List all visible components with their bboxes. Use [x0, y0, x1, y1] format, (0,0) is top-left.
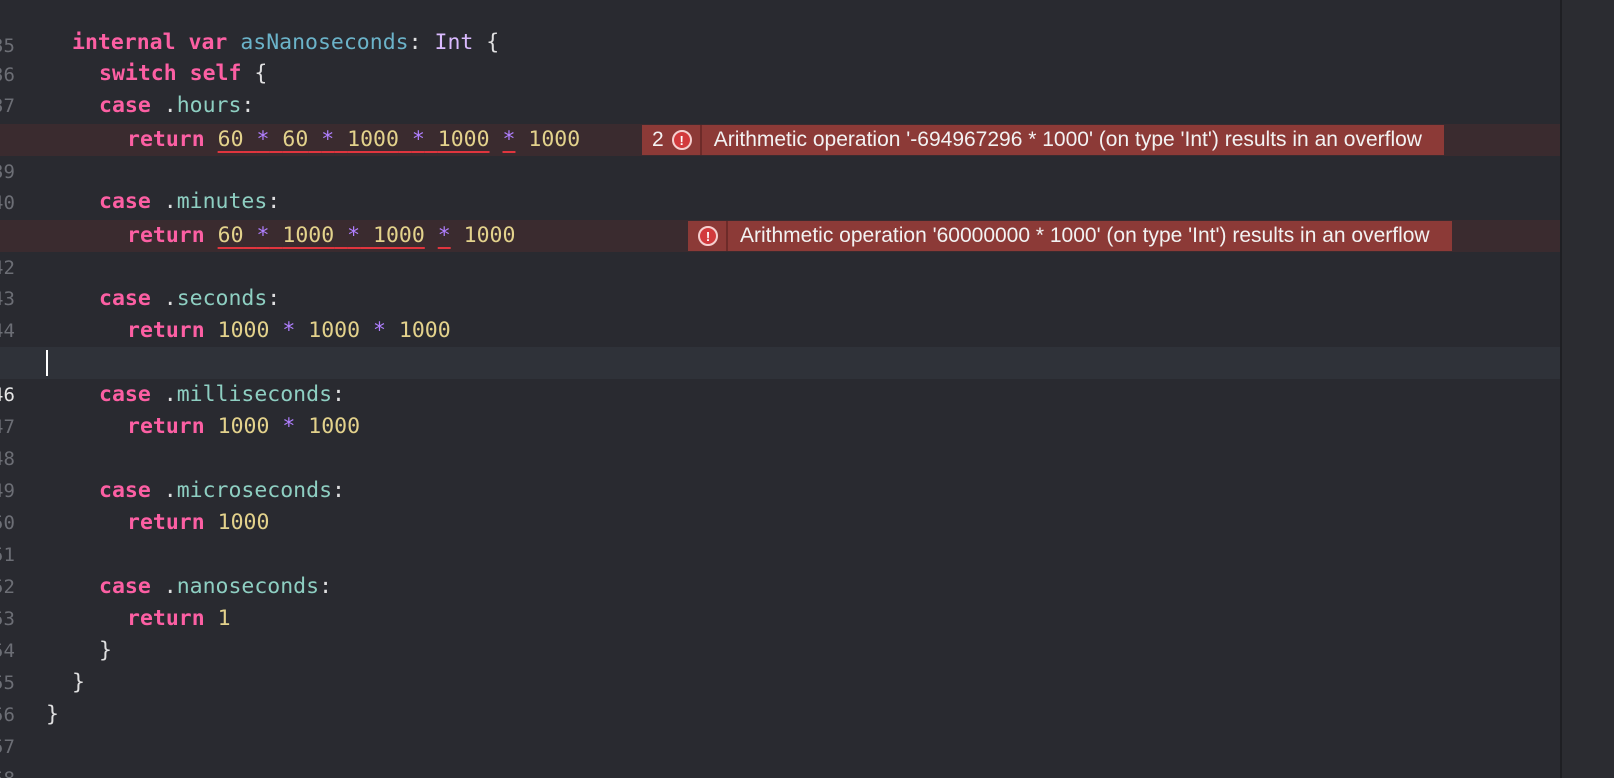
code-editor[interactable]: 35 36 internal var asNanoseconds: Int { …: [0, 0, 1560, 778]
code-line[interactable]: 44 case .seconds:: [0, 283, 1560, 342]
code-line[interactable]: 50 case .microseconds:: [0, 475, 1560, 534]
code-line[interactable]: 40: [0, 155, 1560, 214]
current-code-line[interactable]: 46: [0, 347, 1560, 406]
issue-count: 2: [652, 128, 664, 151]
code-text: return 1000 * 1000: [127, 414, 361, 439]
issue-badge[interactable]: 2 !: [642, 125, 700, 155]
code-text: internal var asNanoseconds: Int {: [72, 30, 500, 55]
code-text: return 1: [127, 606, 231, 631]
code-text: }: [72, 670, 85, 695]
code-line[interactable]: 47 case .milliseconds:: [0, 379, 1560, 438]
code-line[interactable]: 45 return 1000 * 1000 * 1000: [0, 315, 1560, 374]
issue-badge[interactable]: !: [688, 221, 726, 251]
code-text: return 1000 * 1000 * 1000: [127, 318, 451, 343]
code-text: }: [46, 702, 59, 727]
code-text: case .hours:: [99, 93, 255, 118]
issue-banner[interactable]: ! Arithmetic operation '60000000 * 1000'…: [688, 221, 1452, 251]
code-line[interactable]: 37 switch self {: [0, 58, 1560, 117]
code-line[interactable]: 54 return 1: [0, 603, 1560, 662]
code-text: return 60 * 60 * 1000 * 1000 * 1000: [127, 127, 581, 152]
code-line-error[interactable]: 39 return 60 * 60 * 1000 * 1000 * 1000 2…: [0, 124, 1560, 183]
code-line[interactable]: 38 case .hours:: [0, 90, 1560, 149]
text-cursor: [46, 350, 48, 376]
line-number: 58: [0, 763, 22, 778]
code-line[interactable]: 52: [0, 539, 1560, 598]
code-line[interactable]: 35: [0, 0, 1560, 57]
code-line[interactable]: 58: [0, 731, 1560, 778]
minimap[interactable]: [1562, 0, 1614, 778]
code-line[interactable]: 49: [0, 443, 1560, 502]
code-text: }: [99, 638, 112, 663]
code-line-error[interactable]: 42 return 60 * 1000 * 1000 * 1000 ! Arit…: [0, 220, 1560, 279]
issue-message[interactable]: Arithmetic operation '-694967296 * 1000'…: [701, 125, 1444, 155]
code-text: return 60 * 1000 * 1000 * 1000: [127, 223, 516, 248]
error-icon: !: [671, 130, 692, 150]
code-text: case .nanoseconds:: [99, 574, 333, 599]
code-line[interactable]: 36 internal var asNanoseconds: Int {: [0, 27, 1560, 86]
code-line[interactable]: 53 case .nanoseconds:: [0, 571, 1560, 630]
error-icon: !: [698, 226, 718, 246]
code-text: case .microseconds:: [99, 478, 345, 503]
code-line[interactable]: 51 return 1000: [0, 507, 1560, 566]
code-text: case .seconds:: [99, 286, 281, 311]
code-text: switch self {: [99, 61, 268, 86]
issue-banner[interactable]: 2 ! Arithmetic operation '-694967296 * 1…: [642, 125, 1444, 155]
code-line[interactable]: 43: [0, 251, 1560, 310]
issue-message[interactable]: Arithmetic operation '60000000 * 1000' (…: [728, 221, 1452, 251]
code-line[interactable]: 48 return 1000 * 1000: [0, 411, 1560, 470]
code-line[interactable]: 56 }: [0, 667, 1560, 726]
code-line[interactable]: 55 }: [0, 635, 1560, 694]
code-line[interactable]: 57 }: [0, 699, 1560, 758]
code-text: return 1000: [127, 510, 270, 535]
code-text: case .minutes:: [99, 189, 281, 214]
code-line[interactable]: 41 case .minutes:: [0, 186, 1560, 245]
code-text: case .milliseconds:: [99, 382, 345, 407]
